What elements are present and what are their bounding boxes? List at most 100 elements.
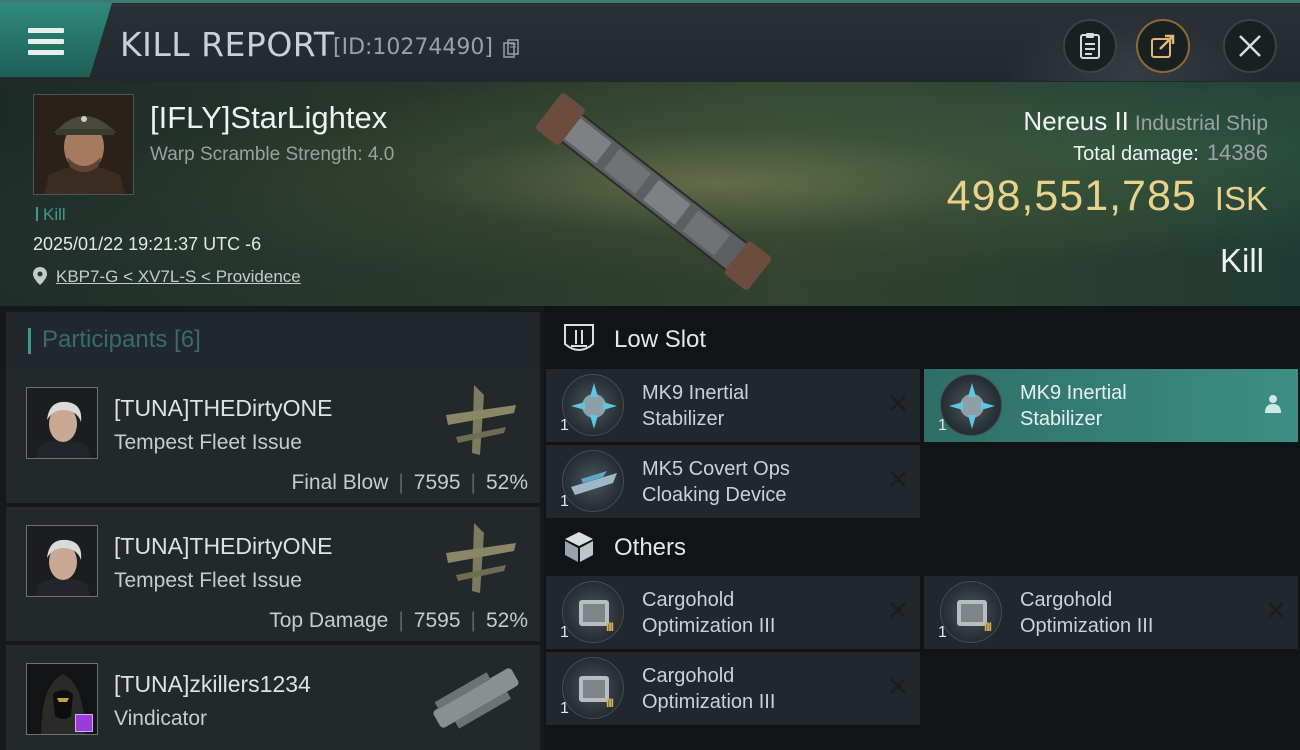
- victim-name[interactable]: [IFLY]StarLightex: [150, 100, 387, 136]
- module-quantity: 1: [938, 624, 947, 641]
- hamburger-icon: [28, 28, 64, 56]
- kill-tag: Kill: [36, 205, 66, 225]
- participant-damage: 7595: [413, 609, 461, 632]
- location-pin-icon: [33, 267, 47, 285]
- participant-avatar[interactable]: [26, 663, 98, 735]
- low-slot-title: Low Slot: [614, 326, 707, 353]
- total-damage: Total damage: 14386: [1073, 140, 1268, 166]
- total-damage-label: Total damage:: [1073, 143, 1199, 165]
- others-title: Others: [614, 534, 687, 561]
- cargohold-optimization-icon: [562, 657, 624, 719]
- tier-badge: III: [606, 620, 614, 634]
- module-quantity: 1: [560, 624, 569, 641]
- header-accent-bar: [28, 328, 31, 354]
- module-name: MK9 Inertial Stabilizer: [1020, 382, 1127, 430]
- module-quantity: 1: [938, 417, 947, 434]
- corp-badge-icon: [75, 714, 93, 732]
- module-quantity: 1: [560, 700, 569, 717]
- participant-name[interactable]: [TUNA]THEDirtyONE: [114, 533, 333, 560]
- fitting-panel: Low Slot 1 MK9 Inertial Stabilizer 1 MK9 …: [544, 306, 1300, 750]
- participant-damage: 7595: [413, 471, 461, 494]
- participant-row[interactable]: [TUNA]THEDirtyONE Tempest Fleet Issue Fi…: [6, 369, 540, 503]
- pilot-portrait-icon: [27, 526, 97, 596]
- cargohold-optimization-icon: [940, 581, 1002, 643]
- participant-ship-image: [446, 385, 516, 455]
- module-name: MK9 Inertial Stabilizer: [642, 382, 749, 430]
- participant-ship: Tempest Fleet Issue: [114, 431, 302, 454]
- cargohold-optimization-icon: [562, 581, 624, 643]
- clipboard-icon: [1080, 33, 1100, 59]
- participant-stats: Top Damage | 7595 | 52%: [269, 609, 528, 632]
- pilot-portrait-icon: [27, 388, 97, 458]
- report-button[interactable]: [1063, 19, 1117, 73]
- module-name: Cargohold Optimization III: [642, 665, 776, 713]
- participant-name[interactable]: [TUNA]THEDirtyONE: [114, 395, 333, 422]
- module-name: MK5 Covert Ops Cloaking Device: [642, 458, 790, 506]
- participant-name[interactable]: [TUNA]zkillers1234: [114, 671, 311, 698]
- share-icon: [1151, 34, 1175, 58]
- isk-value: 498,551,785: [946, 172, 1197, 220]
- person-icon: [1265, 395, 1281, 413]
- inertial-stabilizer-icon: [562, 374, 624, 436]
- pilot-portrait-icon: [34, 95, 133, 194]
- isk-value-line: 498,551,785 ISK: [947, 172, 1268, 221]
- low-slot-icon: [564, 324, 594, 351]
- warp-scramble-strength: Warp Scramble Strength: 4.0: [150, 144, 395, 165]
- participant-ship: Tempest Fleet Issue: [114, 569, 302, 592]
- copy-icon[interactable]: [503, 39, 519, 59]
- ship-name[interactable]: Nereus II: [1023, 106, 1129, 136]
- participant-ship-image: [446, 523, 516, 593]
- total-damage-value: 14386: [1206, 140, 1268, 165]
- participant-ship: Vindicator: [114, 707, 208, 730]
- victim-banner: [IFLY]StarLightex Warp Scramble Strength…: [0, 82, 1300, 306]
- destroyed-icon: [1268, 602, 1284, 618]
- destroyed-icon: [890, 395, 906, 411]
- result-label: Kill: [1219, 242, 1264, 279]
- participants-panel: Participants [6] [TUNA]THEDirtyONE Tempe…: [0, 306, 544, 750]
- participant-avatar[interactable]: [26, 525, 98, 597]
- menu-button[interactable]: [0, 3, 112, 77]
- cube-icon: [565, 532, 593, 562]
- share-button[interactable]: [1136, 19, 1190, 73]
- module-slot[interactable]: 1 MK9 Inertial Stabilizer: [546, 369, 920, 442]
- destroyed-icon: [890, 471, 906, 487]
- inertial-stabilizer-icon: [940, 374, 1002, 436]
- report-id: [ID:10274490]: [333, 35, 493, 60]
- participants-title: Participants [6]: [42, 326, 201, 353]
- isk-unit: ISK: [1214, 180, 1268, 217]
- close-button[interactable]: [1223, 19, 1277, 73]
- close-icon: [1239, 35, 1261, 57]
- participant-role: Top Damage: [269, 609, 389, 632]
- module-name: Cargohold Optimization III: [642, 589, 776, 637]
- destroyed-icon: [890, 678, 906, 694]
- module-slot[interactable]: 1 MK9 Inertial Stabilizer: [924, 369, 1298, 442]
- module-quantity: 1: [560, 493, 569, 510]
- page-title: KILL REPORT: [120, 25, 335, 64]
- kill-datetime: 2025/01/22 19:21:37 UTC -6: [33, 234, 262, 254]
- location-link[interactable]: KBP7-G < XV7L-S < Providence: [56, 267, 301, 287]
- participant-role: Final Blow: [291, 471, 389, 494]
- participant-ship-image: [433, 668, 519, 729]
- module-slot[interactable]: III 1 Cargohold Optimization III: [546, 652, 920, 725]
- tier-badge: III: [984, 620, 992, 634]
- participant-stats: Final Blow | 7595 | 52%: [291, 471, 528, 494]
- ship-class: Industrial Ship: [1134, 112, 1268, 135]
- cloaking-device-icon: [562, 450, 624, 512]
- tier-badge: III: [606, 696, 614, 710]
- module-slot[interactable]: III 1 Cargohold Optimization III: [924, 576, 1298, 649]
- participant-avatar[interactable]: [26, 387, 98, 459]
- module-slot[interactable]: III 1 Cargohold Optimization III: [546, 576, 920, 649]
- victim-avatar[interactable]: [33, 94, 134, 195]
- header-bar: KILL REPORT [ID:10274490]: [0, 0, 1300, 82]
- participant-row[interactable]: [TUNA]THEDirtyONE Tempest Fleet Issue To…: [6, 507, 540, 641]
- participants-header: Participants [6]: [6, 312, 540, 370]
- module-name: Cargohold Optimization III: [1020, 589, 1154, 637]
- victim-ship-image: [536, 93, 772, 290]
- destroyed-icon: [890, 602, 906, 618]
- participant-percent: 52%: [485, 471, 528, 494]
- participant-row[interactable]: [TUNA]zkillers1234 Vindicator: [6, 645, 540, 750]
- module-slot[interactable]: 1 MK5 Covert Ops Cloaking Device: [546, 445, 920, 518]
- participant-percent: 52%: [485, 609, 528, 632]
- ship-info: Nereus II Industrial Ship: [1023, 106, 1268, 137]
- module-quantity: 1: [560, 417, 569, 434]
